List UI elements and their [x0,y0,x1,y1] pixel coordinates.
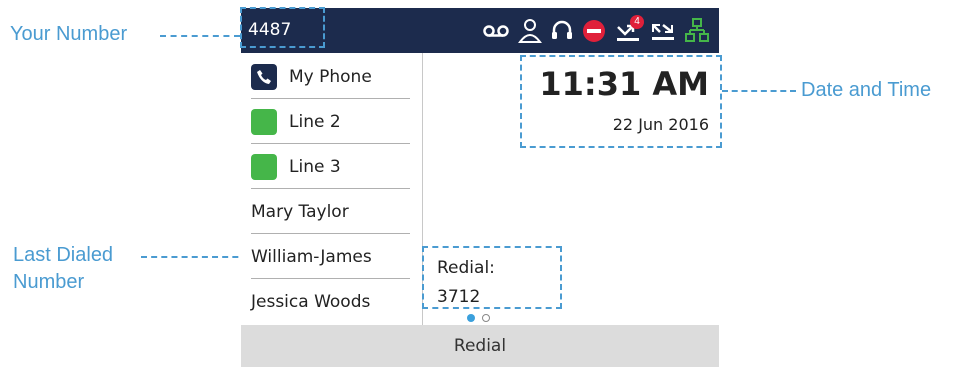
last-dialed-callout-line1: Last Dialed [13,244,114,266]
last-dialed-highlight [422,246,562,309]
contact-william-james[interactable]: William-James [251,235,410,279]
softkey-bar: Redial [241,325,719,367]
voicemail-icon[interactable] [483,23,509,39]
headset-icon[interactable] [551,19,573,43]
contact-label: Jessica Woods [251,292,371,312]
line-status-icon [251,108,277,135]
network-icon[interactable] [685,18,709,44]
contact-label: Mary Taylor [251,201,349,222]
line-label: Line 2 [289,111,341,132]
presence-icon[interactable] [518,18,542,44]
your-number-highlight [240,7,325,48]
line-key-list: My Phone Line 2 Line 3 Mary Taylor Willi… [241,53,423,325]
contact-mary-taylor[interactable]: Mary Taylor [251,190,410,234]
do-not-disturb-icon[interactable] [582,19,606,43]
missed-count-badge: 4 [630,15,644,29]
missed-calls-indicator[interactable]: 4 [615,15,644,44]
line-label: Line 3 [289,156,341,177]
call-forward-icon[interactable] [650,18,676,44]
date-time-callout: Date and Time [801,79,932,101]
contact-label: William-James [251,246,372,267]
date-time-leader [722,90,796,92]
status-icons: 4 [483,15,709,46]
date-time-highlight [520,55,722,148]
line-label: My Phone [289,66,372,87]
page-dot-inactive[interactable] [482,314,490,322]
page-dot-active[interactable] [467,314,475,322]
line-item-my-phone[interactable]: My Phone [251,55,410,99]
last-dialed-callout-line2: Number [13,271,85,293]
line-item-line-3[interactable]: Line 3 [251,145,410,189]
contact-jessica-woods[interactable]: Jessica Woods [251,280,410,324]
your-number-callout: Your Number [10,23,128,45]
line-item-line-2[interactable]: Line 2 [251,100,410,144]
phone-icon [251,63,277,90]
your-number-leader [160,35,240,37]
page-indicator [467,314,490,322]
line-status-icon [251,153,277,180]
redial-softkey[interactable]: Redial [454,336,506,356]
